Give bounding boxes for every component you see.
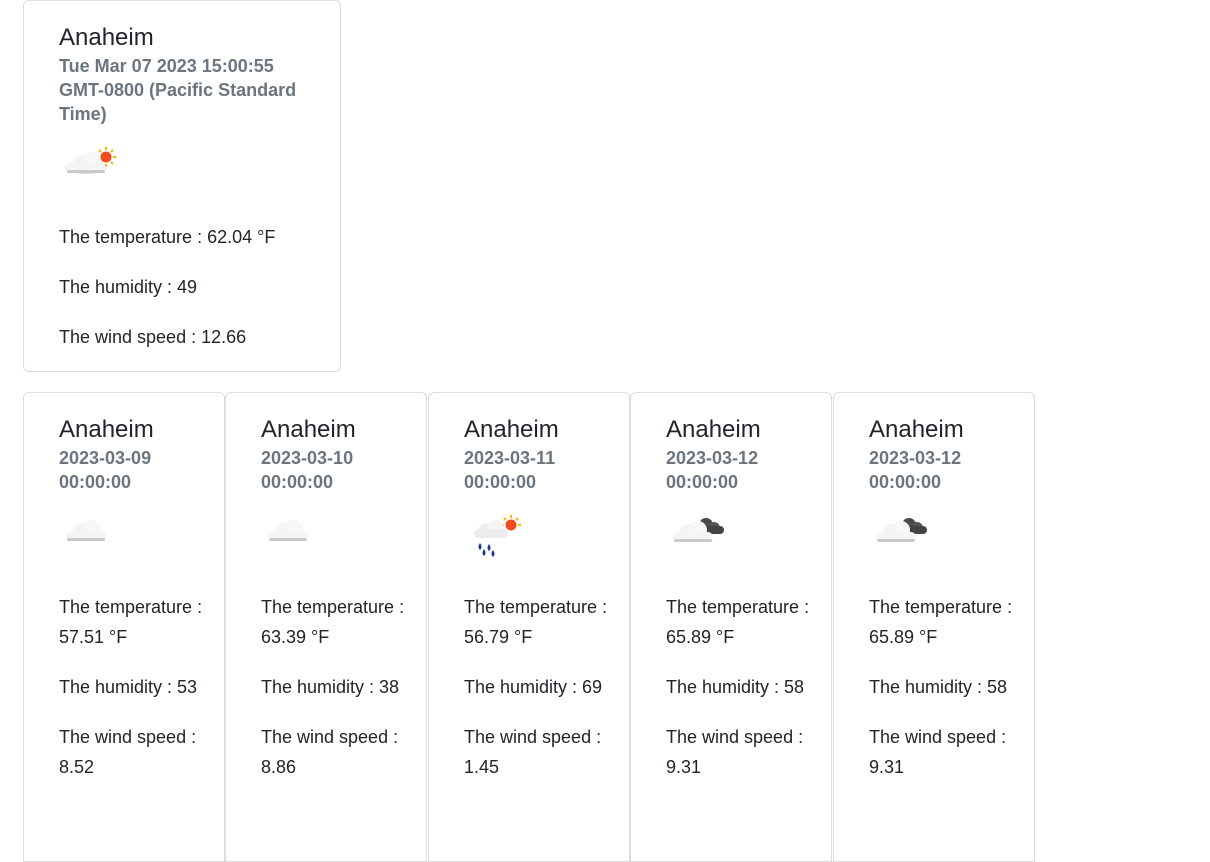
forecast-date: 2023-03-09 00:00:00	[59, 448, 152, 492]
forecast-humidity: The humidity : 53	[59, 677, 198, 697]
city-name: Anaheim	[59, 416, 154, 443]
city-name: Anaheim	[261, 416, 356, 443]
broken-clouds-icon	[876, 518, 927, 542]
forecast-wind-speed: The wind speed : 9.31	[666, 727, 804, 777]
forecast-temperature: The temperature : 65.89 °F	[869, 597, 1013, 647]
forecast-card: Anaheim 2023-03-10 00:00:00 The temperat…	[225, 392, 427, 862]
forecast-date: 2023-03-10 00:00:00	[261, 448, 354, 492]
partly-cloudy-day-icon	[65, 147, 116, 174]
forecast-temperature: The temperature : 56.79 °F	[464, 597, 608, 647]
city-name: Anaheim	[59, 24, 154, 51]
forecast-date: 2023-03-12 00:00:00	[869, 448, 962, 492]
forecast-card: Anaheim 2023-03-11 00:00:00 The temperat…	[428, 392, 630, 862]
forecast-card: Anaheim 2023-03-09 00:00:00 The temperat…	[23, 392, 225, 862]
current-humidity: The humidity : 49	[59, 277, 198, 297]
broken-clouds-icon	[673, 518, 724, 542]
city-name: Anaheim	[464, 416, 559, 443]
forecast-humidity: The humidity : 58	[666, 677, 805, 697]
city-name: Anaheim	[666, 416, 761, 443]
current-temperature: The temperature : 62.04 °F	[59, 227, 276, 247]
cloud-icon	[268, 520, 308, 541]
forecast-date: 2023-03-12 00:00:00	[666, 448, 759, 492]
cloud-icon	[66, 520, 106, 541]
forecast-wind-speed: The wind speed : 1.45	[464, 727, 602, 777]
forecast-temperature: The temperature : 63.39 °F	[261, 597, 405, 647]
current-wind-speed: The wind speed : 12.66	[59, 327, 247, 347]
forecast-humidity: The humidity : 38	[261, 677, 400, 697]
current-datetime: Tue Mar 07 2023 15:00:55 GMT-0800 (Pacif…	[59, 56, 297, 124]
forecast-wind-speed: The wind speed : 8.86	[261, 727, 399, 777]
forecast-date: 2023-03-11 00:00:00	[464, 448, 556, 492]
forecast-card: Anaheim 2023-03-12 00:00:00 The temperat…	[630, 392, 832, 862]
forecast-humidity: The humidity : 58	[869, 677, 1008, 697]
current-weather-card: Anaheim Tue Mar 07 2023 15:00:55 GMT-080…	[23, 0, 341, 372]
forecast-temperature: The temperature : 57.51 °F	[59, 597, 203, 647]
forecast-temperature: The temperature : 65.89 °F	[666, 597, 810, 647]
city-name: Anaheim	[869, 416, 964, 443]
forecast-card: Anaheim 2023-03-12 00:00:00 The temperat…	[833, 392, 1035, 862]
forecast-wind-speed: The wind speed : 8.52	[59, 727, 197, 777]
forecast-wind-speed: The wind speed : 9.31	[869, 727, 1007, 777]
forecast-humidity: The humidity : 69	[464, 677, 603, 697]
rain-sun-icon	[474, 515, 521, 557]
